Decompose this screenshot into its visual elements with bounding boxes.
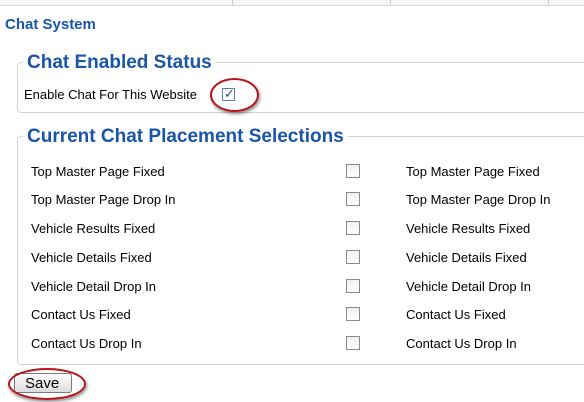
toolbar-separator bbox=[232, 0, 233, 5]
highlight-circle-enable bbox=[210, 78, 259, 112]
placement-row-value-label: Contact Us Drop In bbox=[406, 336, 517, 351]
placement-row-value-label: Vehicle Results Fixed bbox=[406, 221, 531, 236]
placement-legend: Current Chat Placement Selections bbox=[23, 126, 348, 148]
placement-row-value-label: Vehicle Details Fixed bbox=[406, 250, 527, 265]
placement-row-checkbox[interactable] bbox=[346, 336, 360, 350]
placement-row-checkbox[interactable] bbox=[346, 164, 360, 178]
chat-status-legend: Chat Enabled Status bbox=[23, 52, 216, 74]
placement-row-checkbox[interactable] bbox=[346, 307, 360, 321]
placement-row-checkbox[interactable] bbox=[346, 279, 360, 293]
placement-row-value-label: Vehicle Detail Drop In bbox=[406, 279, 532, 294]
highlight-circle-save bbox=[8, 368, 86, 400]
placement-row-value-label: Top Master Page Fixed bbox=[406, 164, 540, 179]
placement-row-label: Vehicle Detail Drop In bbox=[31, 279, 157, 294]
placement-row-checkbox[interactable] bbox=[346, 192, 360, 206]
toolbar-separator bbox=[390, 0, 391, 5]
placement-row-label: Contact Us Fixed bbox=[31, 307, 131, 322]
page-title: Chat System bbox=[5, 16, 96, 33]
placement-row-label: Vehicle Details Fixed bbox=[31, 250, 152, 265]
placement-row-label: Top Master Page Drop In bbox=[31, 192, 176, 207]
toolbar-separator bbox=[548, 0, 549, 5]
placement-row-checkbox[interactable] bbox=[346, 221, 360, 235]
placement-row-label: Top Master Page Fixed bbox=[31, 164, 165, 179]
placement-row-label: Contact Us Drop In bbox=[31, 336, 142, 351]
placement-row-label: Vehicle Results Fixed bbox=[31, 221, 156, 236]
enable-chat-label: Enable Chat For This Website bbox=[24, 87, 197, 102]
placement-row-checkbox[interactable] bbox=[346, 250, 360, 264]
top-toolbar-strip bbox=[0, 0, 584, 6]
placement-row-value-label: Top Master Page Drop In bbox=[406, 192, 551, 207]
placement-row-value-label: Contact Us Fixed bbox=[406, 307, 506, 322]
